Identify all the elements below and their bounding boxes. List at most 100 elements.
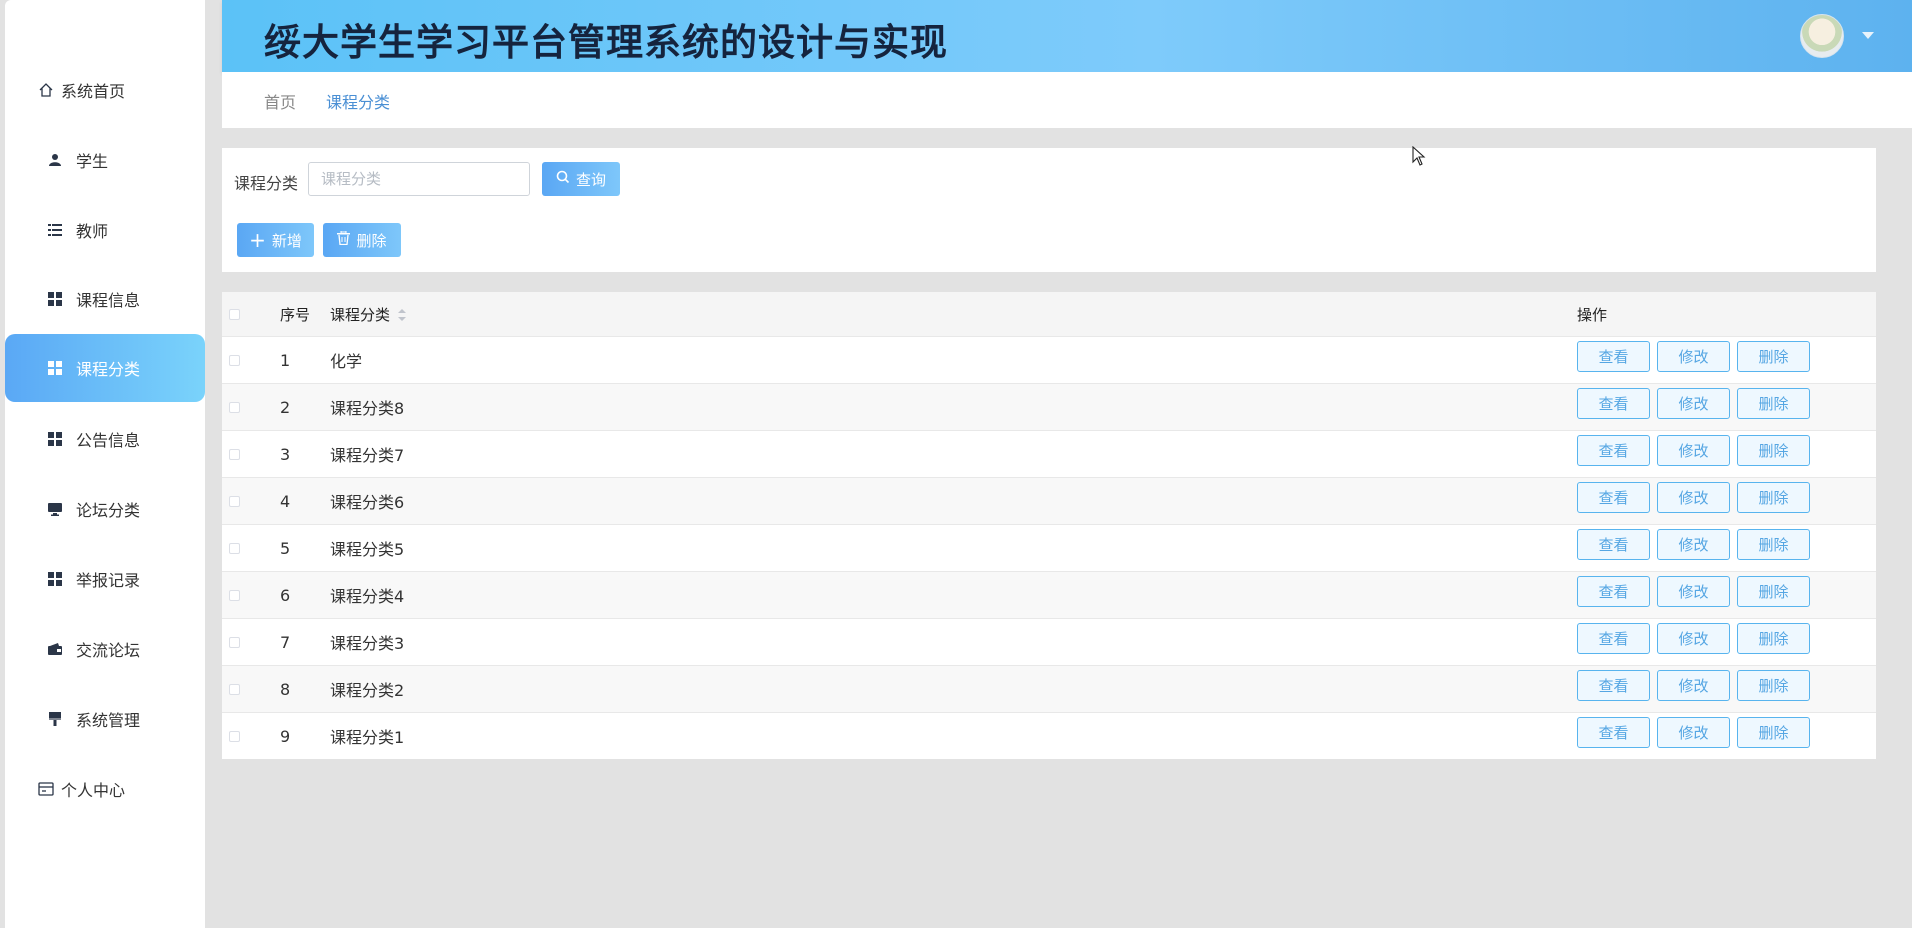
row-index: 9	[280, 726, 291, 746]
edit-button[interactable]: 修改	[1657, 670, 1730, 701]
list-icon	[46, 221, 64, 239]
view-button[interactable]: 查看	[1577, 482, 1650, 513]
sidebar-item-forum-category[interactable]: 论坛分类	[5, 475, 205, 543]
row-checkbox[interactable]	[229, 730, 240, 742]
delete-button[interactable]: 删除	[1737, 623, 1810, 654]
row-name: 课程分类5	[330, 540, 405, 559]
top-header: 绥大学生学习平台管理系统的设计与实现	[222, 0, 1912, 72]
brush-icon	[46, 710, 64, 728]
delete-button[interactable]: 删除	[1737, 670, 1810, 701]
edit-button[interactable]: 修改	[1657, 576, 1730, 607]
row-checkbox[interactable]	[229, 683, 240, 695]
sidebar-item-course-info[interactable]: 课程信息	[5, 265, 205, 333]
row-name: 课程分类3	[330, 634, 405, 653]
query-button[interactable]: 查询	[542, 162, 620, 196]
view-button[interactable]: 查看	[1577, 623, 1650, 654]
table-row: 3 课程分类7 查看 修改 删除	[222, 430, 1876, 477]
delete-button[interactable]: 删除	[1737, 576, 1810, 607]
delete-button[interactable]: 删除	[1737, 341, 1810, 372]
header-name[interactable]: 课程分类	[330, 304, 407, 325]
batch-delete-button[interactable]: 删除	[323, 223, 401, 257]
trash-icon	[337, 230, 351, 249]
row-checkbox[interactable]	[229, 354, 240, 366]
row-actions: 查看 修改 删除	[1577, 623, 1817, 654]
sidebar-item-course-category[interactable]: 课程分类	[5, 334, 205, 402]
row-actions: 查看 修改 删除	[1577, 435, 1817, 466]
row-index: 4	[280, 491, 291, 511]
mouse-cursor-icon	[1412, 146, 1426, 166]
table-row: 7 课程分类3 查看 修改 删除	[222, 618, 1876, 665]
row-checkbox[interactable]	[229, 495, 240, 507]
edit-button[interactable]: 修改	[1657, 529, 1730, 560]
row-name: 课程分类8	[330, 399, 405, 418]
view-button[interactable]: 查看	[1577, 388, 1650, 419]
edit-button[interactable]: 修改	[1657, 482, 1730, 513]
view-button[interactable]: 查看	[1577, 717, 1650, 748]
edit-button[interactable]: 修改	[1657, 623, 1730, 654]
row-checkbox[interactable]	[229, 636, 240, 648]
row-checkbox[interactable]	[229, 589, 240, 601]
delete-button[interactable]: 删除	[1737, 482, 1810, 513]
delete-button[interactable]: 删除	[1737, 388, 1810, 419]
add-button[interactable]: + 新增	[237, 223, 314, 257]
add-button-label: 新增	[271, 231, 302, 250]
row-index: 1	[280, 350, 291, 370]
row-name: 课程分类4	[330, 587, 405, 606]
table-row: 1 化学 查看 修改 删除	[222, 336, 1876, 383]
edit-button[interactable]: 修改	[1657, 717, 1730, 748]
row-checkbox[interactable]	[229, 401, 240, 413]
edit-button[interactable]: 修改	[1657, 435, 1730, 466]
user-icon	[46, 151, 64, 169]
search-icon	[556, 170, 570, 188]
search-panel: 课程分类 查询 + 新增 删除	[222, 148, 1876, 272]
data-table: 序号 课程分类 操作 1 化学 查看 修改 删除 2 课程分类8 查看 修改 删除 3 课程分类7 查看…	[222, 292, 1876, 759]
delete-button[interactable]: 删除	[1737, 435, 1810, 466]
sidebar-item-label: 课程分类	[76, 360, 141, 379]
view-button[interactable]: 查看	[1577, 670, 1650, 701]
edit-button[interactable]: 修改	[1657, 341, 1730, 372]
sidebar-item-forum[interactable]: 交流论坛	[5, 615, 205, 683]
row-checkbox[interactable]	[229, 448, 240, 460]
sidebar-item-teacher[interactable]: 教师	[5, 196, 205, 264]
table-row: 2 课程分类8 查看 修改 删除	[222, 383, 1876, 430]
header-name-label: 课程分类	[330, 305, 391, 324]
table-row: 9 课程分类1 查看 修改 删除	[222, 712, 1876, 759]
sidebar-item-announcement[interactable]: 公告信息	[5, 405, 205, 473]
sidebar-item-label: 课程信息	[76, 291, 141, 310]
breadcrumb-home[interactable]: 首页	[264, 89, 296, 113]
card-icon	[37, 780, 55, 798]
sidebar-item-profile[interactable]: 个人中心	[5, 755, 205, 823]
row-index: 7	[280, 632, 291, 652]
search-input[interactable]	[308, 162, 530, 196]
header-actions: 操作	[1577, 305, 1608, 324]
wallet-icon	[46, 640, 64, 658]
select-all-checkbox[interactable]	[229, 308, 240, 320]
row-checkbox[interactable]	[229, 542, 240, 554]
chevron-down-icon[interactable]	[1862, 32, 1874, 39]
view-button[interactable]: 查看	[1577, 529, 1650, 560]
sort-icon[interactable]	[398, 309, 407, 321]
row-index: 6	[280, 585, 291, 605]
edit-button[interactable]: 修改	[1657, 388, 1730, 419]
sidebar-item-label: 教师	[76, 222, 109, 241]
sidebar-item-student[interactable]: 学生	[5, 126, 205, 194]
sidebar-item-system[interactable]: 系统管理	[5, 685, 205, 753]
row-name: 化学	[330, 352, 363, 371]
sidebar-item-home[interactable]: 系统首页	[5, 56, 205, 124]
view-button[interactable]: 查看	[1577, 435, 1650, 466]
table-row: 6 课程分类4 查看 修改 删除	[222, 571, 1876, 618]
view-button[interactable]: 查看	[1577, 576, 1650, 607]
view-button[interactable]: 查看	[1577, 341, 1650, 372]
breadcrumb-current: 课程分类	[326, 93, 391, 112]
sidebar-item-label: 个人中心	[61, 781, 126, 800]
table-row: 4 课程分类6 查看 修改 删除	[222, 477, 1876, 524]
delete-button[interactable]: 删除	[1737, 717, 1810, 748]
avatar[interactable]	[1800, 14, 1844, 58]
sidebar: 系统首页 学生 教师 课程信息 课程分类 公告信息 论坛分类 举报记录 交流论坛…	[5, 0, 205, 928]
sidebar-item-label: 交流论坛	[76, 641, 141, 660]
sidebar-item-label: 学生	[76, 152, 109, 171]
row-actions: 查看 修改 删除	[1577, 576, 1817, 607]
sidebar-item-report[interactable]: 举报记录	[5, 545, 205, 613]
delete-button[interactable]: 删除	[1737, 529, 1810, 560]
table-header: 序号 课程分类 操作	[222, 292, 1876, 336]
